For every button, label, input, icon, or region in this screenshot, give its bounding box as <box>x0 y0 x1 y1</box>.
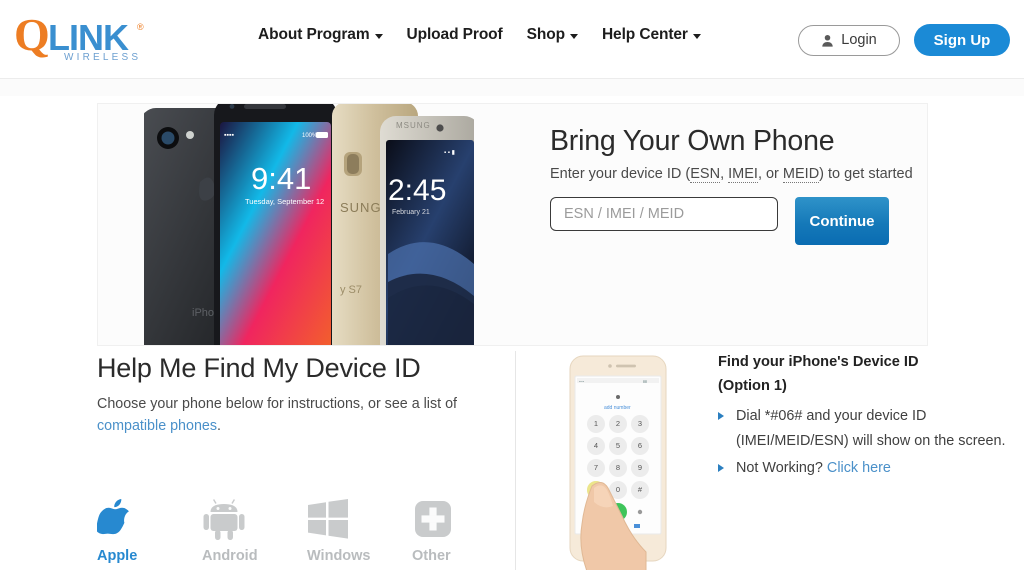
nav-item-shop[interactable]: Shop <box>527 26 578 44</box>
nav-label: Help Center <box>601 26 688 43</box>
compatible-phones-link[interactable]: compatible phones <box>97 418 217 434</box>
chevron-down-icon <box>374 33 383 39</box>
os-option-other[interactable]: Other <box>412 498 517 564</box>
os-option-android[interactable]: Android <box>202 498 307 564</box>
logo-trademark-glyph: ® <box>137 22 144 32</box>
instructions-title-line1: Find your iPhone's Device ID <box>718 354 919 370</box>
chevron-down-icon <box>569 33 578 39</box>
click-here-link[interactable]: Click here <box>827 460 891 476</box>
svg-text:▮▮: ▮▮ <box>643 380 647 384</box>
hand-dialing-iphone-image: ▪▪▪▪ ▮▮ add number 123 456 789 *0# <box>548 352 698 570</box>
byop-hero-card: iPhone ▪▪▪▪ 100% 9:41 Tuesday, September… <box>97 103 928 346</box>
svg-text:▪▪▪▪: ▪▪▪▪ <box>579 380 584 384</box>
qlink-logo[interactable]: Q LINK ® WIRELESS <box>12 9 162 66</box>
os-label-apple: Apple <box>97 548 138 564</box>
instructions-title-line2: (Option 1) <box>718 377 787 394</box>
help-find-sub-pre: Choose your phone below for instructions… <box>97 396 457 412</box>
nav-label: Shop <box>526 26 565 43</box>
nav-item-upload-proof[interactable]: Upload Proof <box>407 26 503 44</box>
svg-text:9: 9 <box>638 463 642 472</box>
os-label-android: Android <box>202 548 258 564</box>
triangle-bullet-icon <box>718 463 724 472</box>
svg-text:▪▪▪▪: ▪▪▪▪ <box>224 132 234 139</box>
hero-subtitle-sep1: , <box>720 166 729 183</box>
instructions-block: Find your iPhone's Device ID (Option 1) … <box>718 351 1018 483</box>
byop-form-block: Bring Your Own Phone Enter your device I… <box>550 125 925 246</box>
svg-text:5: 5 <box>616 441 620 450</box>
hero-subtitle-sep2: , or <box>757 166 783 183</box>
help-find-block: Help Me Find My Device ID Choose your ph… <box>97 353 497 437</box>
triangle-bullet-icon <box>718 412 724 421</box>
abbr-imei: IMEI <box>728 166 758 184</box>
login-button[interactable]: Login <box>798 24 900 56</box>
chevron-down-icon <box>692 33 701 39</box>
instructions-list: Dial *#06# and your device ID (IMEI/MEID… <box>718 404 1018 480</box>
svg-text:2: 2 <box>616 419 620 428</box>
nav-item-help-center[interactable]: Help Center <box>602 26 701 44</box>
header-shadow-band <box>0 78 1024 96</box>
svg-text:SUNG: SUNG <box>340 200 382 215</box>
svg-text:7: 7 <box>594 463 598 472</box>
nav-item-about-program[interactable]: About Program <box>258 26 383 44</box>
samsung-lockscreen-date: February 21 <box>392 209 430 216</box>
nav-label: About Program <box>258 26 370 43</box>
instruction-item-dial: Dial *#06# and your device ID (IMEI/MEID… <box>718 404 1018 454</box>
logo-q-glyph: Q <box>14 10 50 60</box>
os-option-windows[interactable]: Windows <box>307 498 412 564</box>
phones-lineup-image: iPhone ▪▪▪▪ 100% 9:41 Tuesday, September… <box>144 104 474 345</box>
svg-text:▪ ▪ ▮: ▪ ▪ ▮ <box>444 150 455 156</box>
svg-text:MSUNG: MSUNG <box>396 121 431 130</box>
device-id-help-section: Help Me Find My Device ID Choose your ph… <box>0 346 1024 570</box>
apple-icon <box>97 498 133 540</box>
svg-text:6: 6 <box>638 441 642 450</box>
windows-icon <box>307 498 349 540</box>
plus-icon <box>412 498 454 540</box>
os-chooser: Apple Android Windows Other <box>97 498 517 564</box>
site-header: Q LINK ® WIRELESS About Program Upload P… <box>0 0 1024 78</box>
svg-text:add number: add number <box>604 405 631 411</box>
user-icon <box>822 34 833 47</box>
continue-button[interactable]: Continue <box>795 197 889 246</box>
instruction-text: Not Working? <box>736 459 827 476</box>
instruction-text: Dial *#06# and your device ID (IMEI/MEID… <box>736 408 1006 450</box>
signup-label: Sign Up <box>933 31 991 49</box>
hero-subtitle-pre: Enter your device ID ( <box>550 166 691 183</box>
svg-text:1: 1 <box>594 419 598 428</box>
svg-text:4: 4 <box>594 441 598 450</box>
login-label: Login <box>841 32 877 48</box>
nav-label: Upload Proof <box>406 26 503 43</box>
abbr-esn: ESN <box>690 166 721 184</box>
svg-text:3: 3 <box>638 419 642 428</box>
hero-title: Bring Your Own Phone <box>550 125 835 157</box>
svg-text:100%: 100% <box>302 133 318 139</box>
instruction-item-not-working: Not Working? Click here <box>718 456 1018 481</box>
logo-tagline-glyph: WIRELESS <box>64 52 141 63</box>
os-option-apple[interactable]: Apple <box>97 498 202 564</box>
help-find-sub-post: . <box>217 418 222 435</box>
svg-text:0: 0 <box>616 485 620 494</box>
svg-text:8: 8 <box>616 463 620 472</box>
hero-subtitle-post: ) to get started <box>819 166 913 183</box>
samsung-lockscreen-time: 2:45 <box>388 174 446 207</box>
instructions-title: Find your iPhone's Device ID (Option 1) <box>718 351 948 398</box>
abbr-meid: MEID <box>782 166 820 184</box>
auth-actions: Login Sign Up <box>798 24 1010 56</box>
os-label-windows: Windows <box>307 548 371 564</box>
page-body: iPhone ▪▪▪▪ 100% 9:41 Tuesday, September… <box>0 78 1024 570</box>
os-label-other: Other <box>412 548 451 564</box>
iphone-lockscreen-date: Tuesday, September 12 <box>245 197 324 206</box>
iphone-lockscreen-time: 9:41 <box>251 161 311 196</box>
main-navigation: About Program Upload Proof Shop Help Cen… <box>258 26 701 44</box>
signup-button[interactable]: Sign Up <box>914 24 1010 56</box>
device-id-input[interactable] <box>550 197 778 232</box>
svg-text:y S7: y S7 <box>340 284 362 296</box>
android-icon <box>202 498 246 540</box>
help-find-subtitle: Choose your phone below for instructions… <box>97 393 467 437</box>
help-find-title: Help Me Find My Device ID <box>97 353 421 383</box>
hero-subtitle: Enter your device ID (ESN, IMEI, or MEID… <box>550 166 925 184</box>
device-id-form: Continue <box>550 197 925 246</box>
